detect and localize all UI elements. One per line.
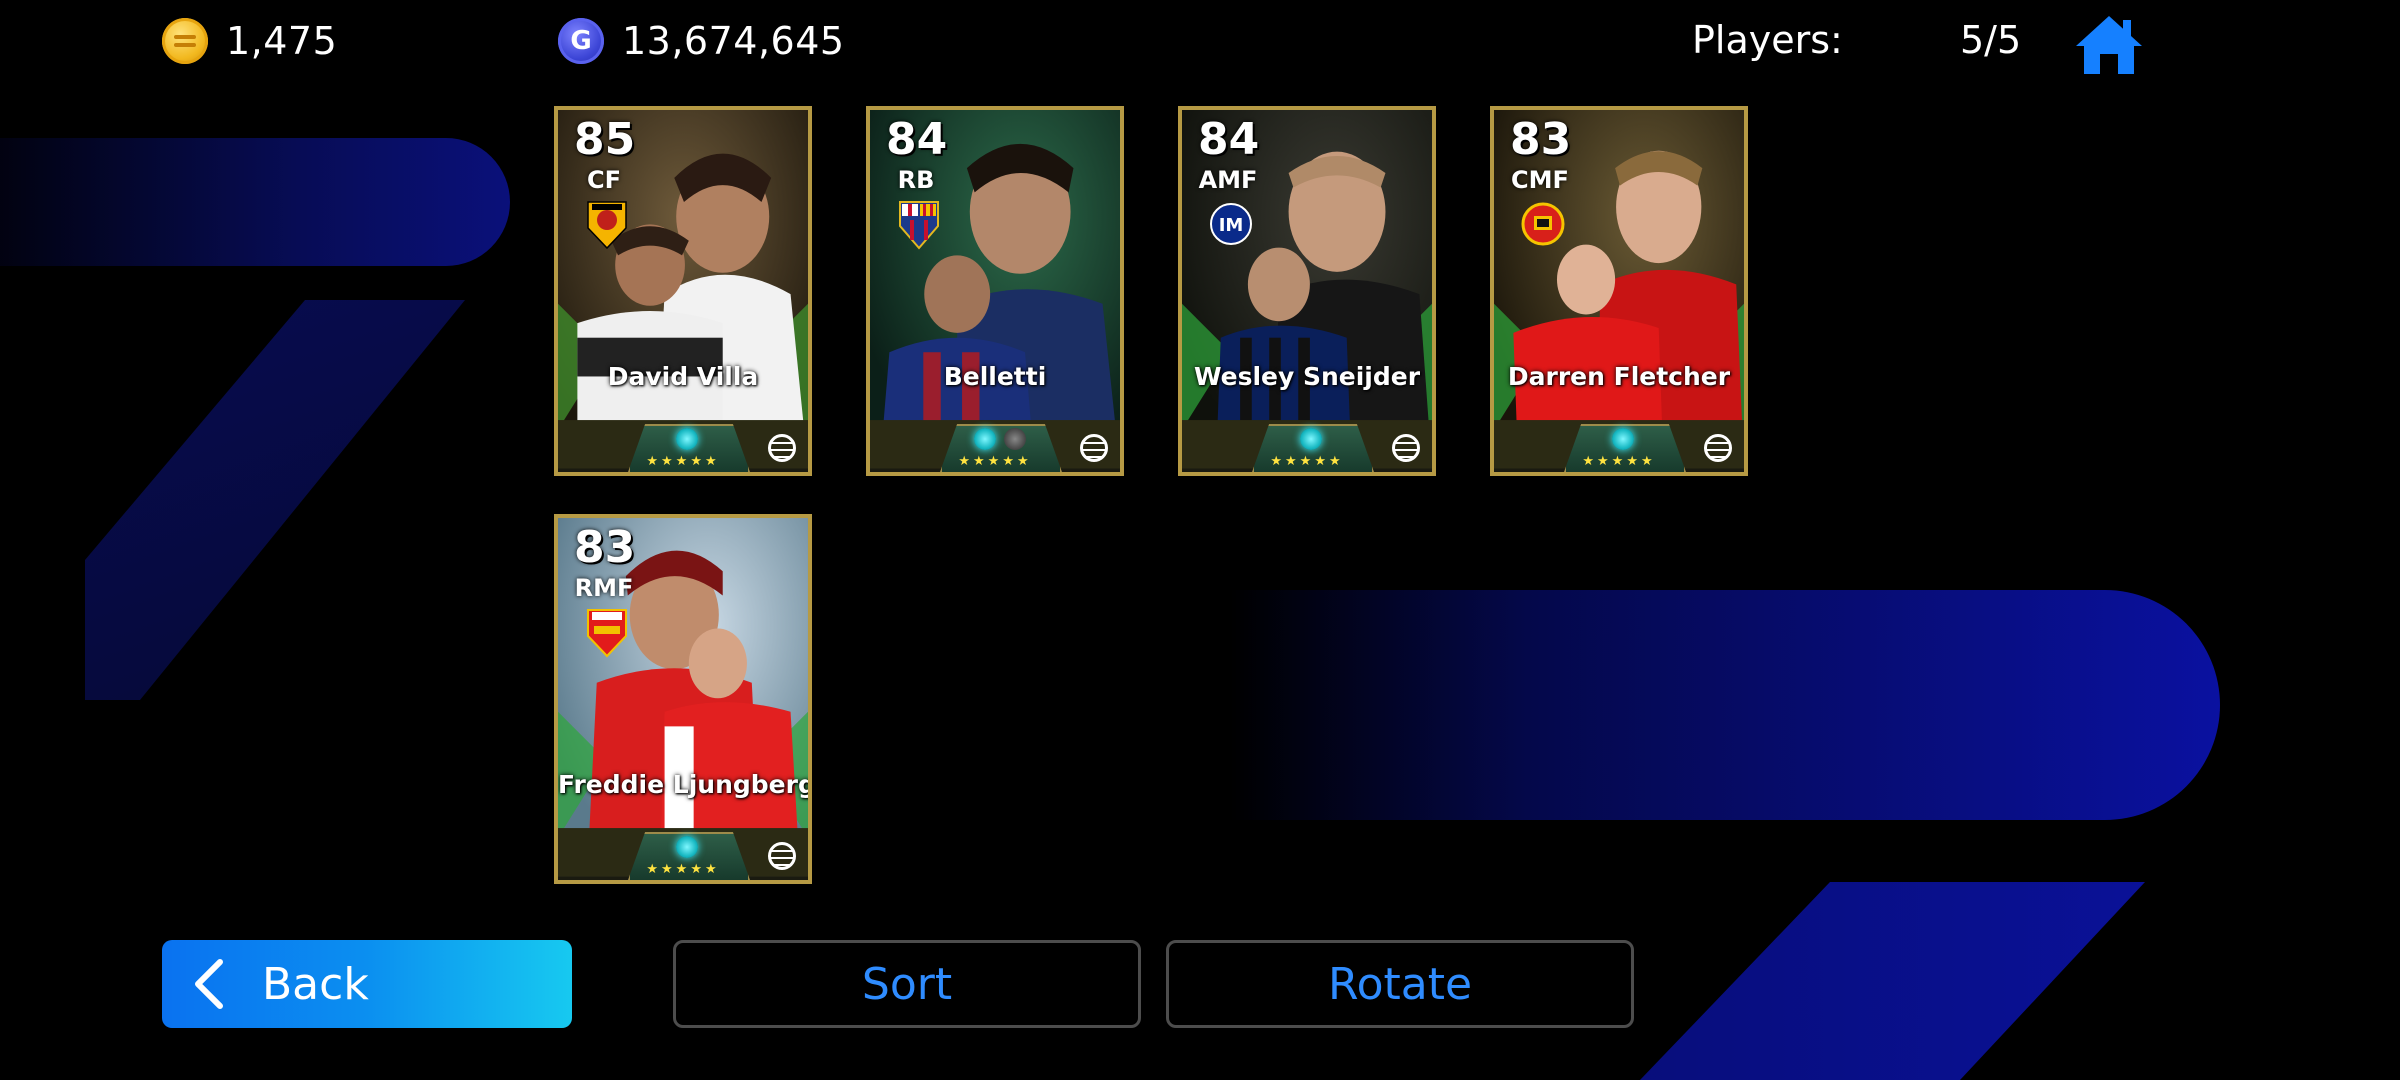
player-position: CMF: [1511, 166, 1569, 194]
player-name: Freddie Ljungberg: [558, 770, 812, 799]
svg-text:IM: IM: [1219, 215, 1244, 236]
barcelona-crest-icon: [899, 201, 939, 250]
manutd-crest-icon: [1521, 202, 1565, 246]
back-button[interactable]: Back: [162, 940, 572, 1028]
players-label: Players:: [1692, 18, 1843, 62]
player-name: Belletti: [943, 362, 1047, 391]
player-card[interactable]: 85 CF David Villa ★★★★★: [554, 106, 812, 476]
squad-screen: 1,475 G 13,674,645 Players: 5/5 85 CF Da…: [0, 0, 2400, 1080]
player-position: CF: [586, 166, 621, 194]
player-card[interactable]: 84 AMF IM Wesley Sneijder ★★★★★: [1178, 106, 1436, 476]
background-band: [1230, 590, 2220, 820]
player-card[interactable]: 84 RB Belletti ★★★★★: [866, 106, 1124, 476]
epic-emblem-icon: [1300, 428, 1322, 450]
player-rating: 83: [574, 522, 636, 573]
player-position: AMF: [1198, 166, 1258, 194]
player-name: David Villa: [607, 362, 759, 391]
epic-emblem-icon: [974, 428, 996, 450]
gp-balance: G 13,674,645: [558, 18, 845, 64]
gp-icon: G: [558, 18, 604, 64]
home-icon: [2076, 16, 2142, 74]
player-name: Darren Fletcher: [1507, 362, 1731, 391]
efootball-logo-icon: [1392, 434, 1420, 462]
inter-crest-icon: IM: [1210, 203, 1252, 245]
card-footer: ★★★★★: [558, 422, 808, 472]
valencia-crest-icon: [587, 201, 627, 250]
rotate-button[interactable]: Rotate: [1166, 940, 1634, 1028]
epic-emblem-icon: [676, 428, 698, 450]
epic-emblem-icon: [676, 836, 698, 858]
card-footer: ★★★★★: [558, 830, 808, 880]
arsenal-crest-icon: [587, 609, 627, 658]
coins-value: 1,475: [226, 19, 338, 63]
background-band: [0, 138, 510, 266]
card-footer: ★★★★★: [1182, 422, 1432, 472]
player-rating: 84: [886, 114, 948, 165]
card-footer: ★★★★★: [870, 422, 1120, 472]
gp-value: 13,674,645: [622, 19, 845, 63]
player-card[interactable]: 83 CMF Darren Fletcher ★★★★★: [1490, 106, 1748, 476]
coins-balance: 1,475: [162, 18, 337, 64]
chevron-left-icon: [195, 959, 223, 1009]
players-count: 5/5: [1960, 18, 2022, 62]
player-name: Wesley Sneijder: [1193, 362, 1421, 391]
efootball-logo-icon: [1080, 434, 1108, 462]
gp-icon-letter: G: [570, 26, 592, 56]
player-card[interactable]: 83 RMF Freddie Ljungberg ★★★★★: [554, 514, 812, 884]
epic-emblem-icon: [1612, 428, 1634, 450]
player-position: RMF: [574, 574, 634, 602]
sort-button-label: Sort: [861, 958, 953, 1010]
back-button-label: Back: [262, 958, 369, 1010]
efootball-logo-icon: [1704, 434, 1732, 462]
efootball-logo-icon: [768, 434, 796, 462]
home-button[interactable]: [2074, 14, 2144, 76]
card-footer: ★★★★★: [1494, 422, 1744, 472]
sort-button[interactable]: Sort: [673, 940, 1141, 1028]
rotate-button-label: Rotate: [1327, 958, 1473, 1010]
efootball-coin-icon: [162, 18, 208, 64]
player-rating: 83: [1510, 114, 1572, 165]
efootball-logo-icon: [768, 842, 796, 870]
player-rating: 85: [574, 114, 636, 165]
epic-emblem-icon: [1004, 428, 1026, 450]
player-rating: 84: [1198, 114, 1260, 165]
player-position: RB: [897, 166, 935, 194]
